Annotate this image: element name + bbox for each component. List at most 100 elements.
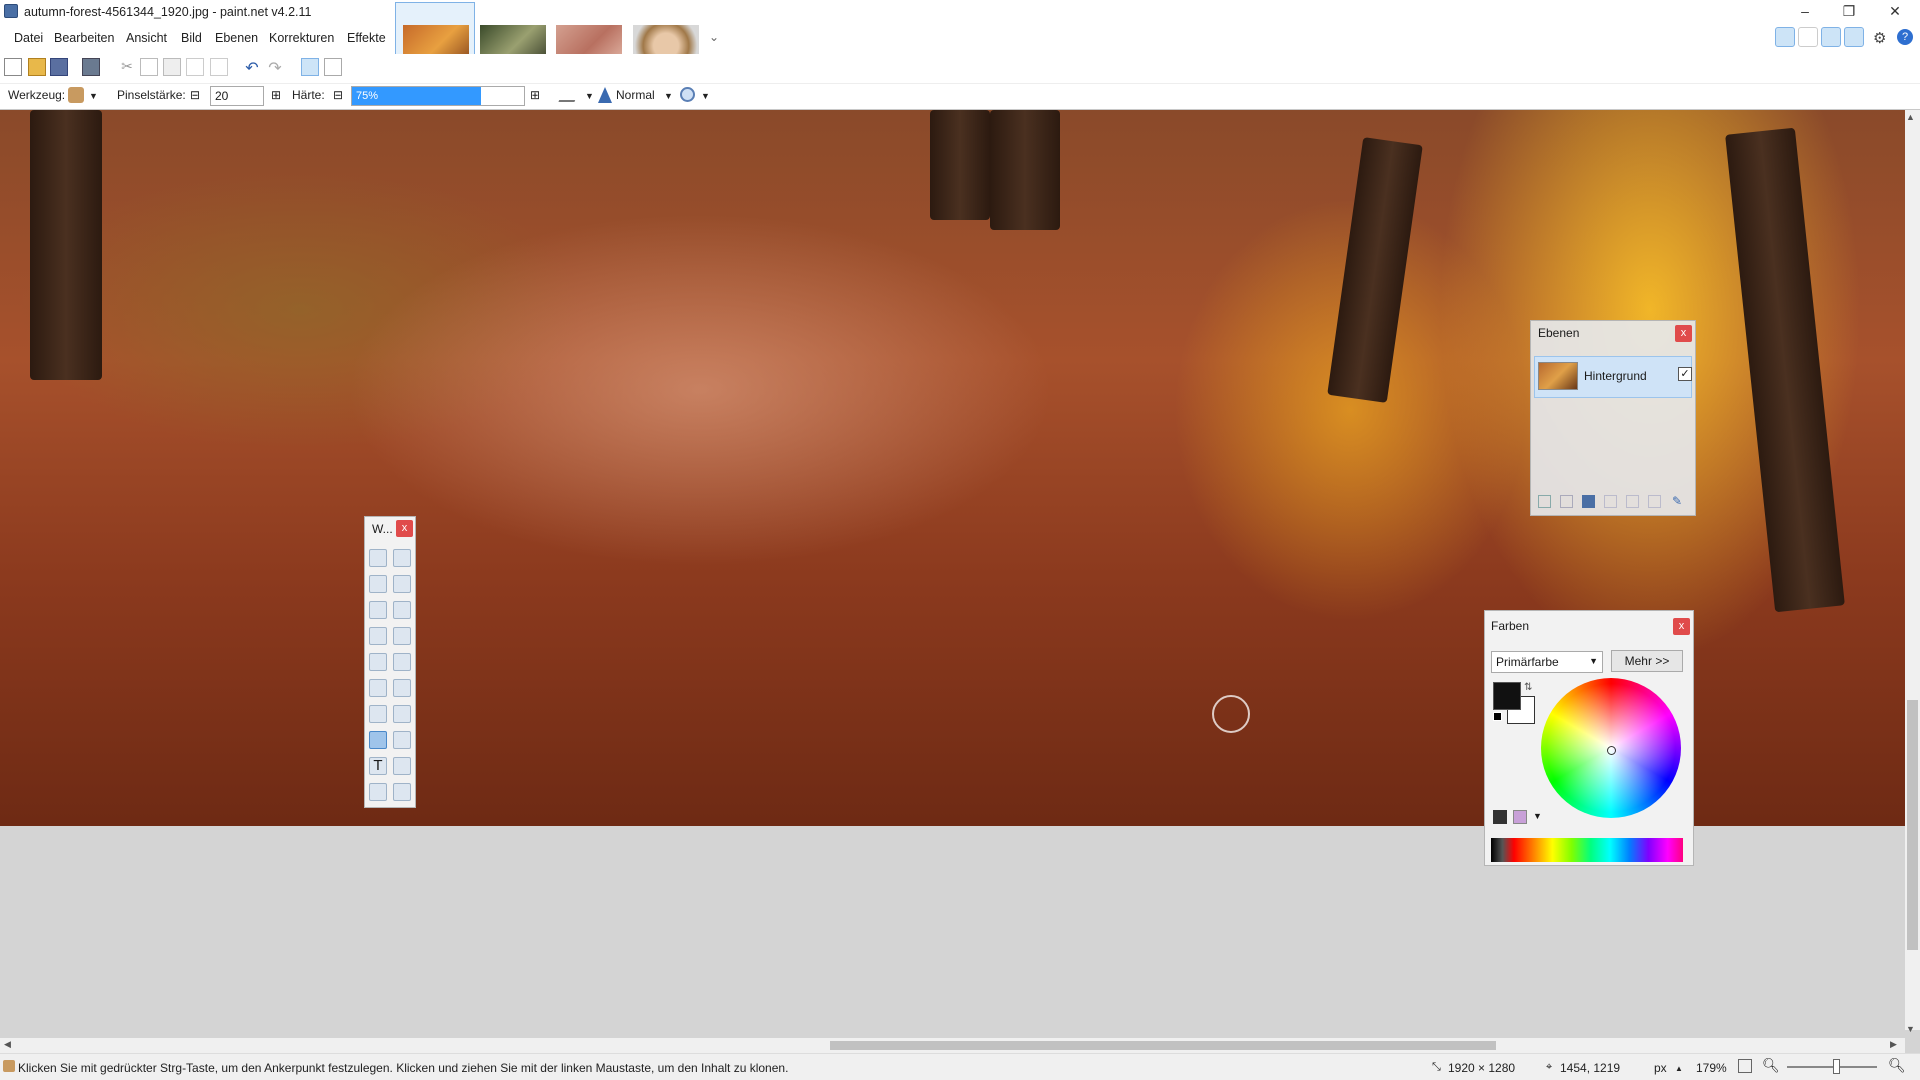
merge-layer-icon[interactable] bbox=[1604, 495, 1617, 508]
save-icon[interactable] bbox=[50, 58, 68, 76]
rulers-toggle-icon[interactable] bbox=[324, 58, 342, 76]
copy-icon[interactable] bbox=[140, 58, 158, 76]
tools-window-close-button[interactable]: x bbox=[396, 520, 413, 537]
new-file-icon[interactable] bbox=[4, 58, 22, 76]
zoom-in-icon[interactable]: 🔍︎ bbox=[1888, 1057, 1906, 1074]
lasso-select-tool-icon[interactable] bbox=[369, 575, 387, 593]
crop-icon[interactable] bbox=[186, 58, 204, 76]
scroll-right-icon[interactable]: ▶ bbox=[1890, 1039, 1897, 1050]
menu-ebenen[interactable]: Ebenen bbox=[215, 31, 258, 45]
redo-icon[interactable]: ↷ bbox=[266, 58, 284, 77]
paint-bucket-tool-icon[interactable] bbox=[369, 653, 387, 671]
zoom-slider-track[interactable] bbox=[1787, 1066, 1877, 1068]
scroll-down-icon[interactable]: ▼ bbox=[1906, 1024, 1915, 1034]
hardness-increase-button[interactable]: ⊞ bbox=[530, 88, 540, 102]
settings-gear-icon[interactable]: ⚙ bbox=[1873, 29, 1886, 47]
tools-toggle-icon[interactable] bbox=[1775, 27, 1795, 47]
brush-size-input[interactable]: 20 bbox=[210, 86, 264, 106]
swap-colors-icon[interactable]: ⇅ bbox=[1524, 682, 1532, 693]
close-button[interactable]: ✕ bbox=[1872, 0, 1918, 24]
tools-window-title: W... bbox=[372, 522, 393, 536]
cut-icon[interactable]: ✂ bbox=[118, 58, 136, 76]
deselect-icon[interactable] bbox=[210, 58, 228, 76]
ellipse-select-tool-icon[interactable] bbox=[369, 601, 387, 619]
line-curve-tool-icon[interactable] bbox=[393, 757, 411, 775]
palette-options-icon[interactable] bbox=[1513, 810, 1527, 824]
eraser-tool-icon[interactable] bbox=[393, 679, 411, 697]
scroll-left-icon[interactable]: ◀ bbox=[4, 1039, 11, 1050]
tool-dropdown-icon[interactable]: ▼ bbox=[89, 91, 98, 101]
reset-colors-icon[interactable] bbox=[1493, 712, 1502, 721]
gradient-tool-icon[interactable] bbox=[393, 653, 411, 671]
horizontal-scroll-thumb[interactable] bbox=[830, 1041, 1496, 1050]
brush-size-decrease-button[interactable]: ⊟ bbox=[190, 88, 200, 102]
zoom-slider-thumb[interactable] bbox=[1833, 1059, 1840, 1074]
more-button[interactable]: Mehr >> bbox=[1611, 650, 1683, 672]
restore-button[interactable]: ❐ bbox=[1826, 0, 1872, 24]
sampling-dropdown-icon[interactable]: ▼ bbox=[701, 91, 710, 101]
menu-bearbeiten[interactable]: Bearbeiten bbox=[54, 31, 114, 45]
hardness-slider[interactable]: 75% bbox=[351, 86, 525, 106]
layers-toggle-icon[interactable] bbox=[1821, 27, 1841, 47]
delete-layer-icon[interactable] bbox=[1560, 495, 1573, 508]
palette-menu-icon[interactable] bbox=[1493, 810, 1507, 824]
grid-toggle-icon[interactable] bbox=[301, 58, 319, 76]
shape-type-icon[interactable] bbox=[393, 783, 411, 801]
layers-window-close-button[interactable]: x bbox=[1675, 325, 1692, 342]
layer-visibility-checkbox[interactable]: ✓ bbox=[1678, 367, 1692, 381]
pencil-tool-icon[interactable] bbox=[369, 705, 387, 723]
zoom-tool-icon[interactable] bbox=[393, 601, 411, 619]
menu-korrekturen[interactable]: Korrekturen bbox=[269, 31, 334, 45]
zoom-to-window-icon[interactable] bbox=[1738, 1059, 1752, 1073]
move-layer-down-icon[interactable] bbox=[1648, 495, 1661, 508]
zoom-out-icon[interactable]: 🔍︎ bbox=[1762, 1057, 1780, 1074]
clone-stamp-tool-icon[interactable] bbox=[68, 87, 84, 103]
color-picker-tool-icon[interactable] bbox=[393, 705, 411, 723]
open-file-icon[interactable] bbox=[28, 58, 46, 76]
sampling-icon[interactable] bbox=[680, 87, 695, 102]
print-icon[interactable] bbox=[82, 58, 100, 76]
clone-stamp-tool-icon[interactable] bbox=[369, 731, 387, 749]
add-layer-icon[interactable] bbox=[1538, 495, 1551, 508]
shapes-tool-icon[interactable] bbox=[369, 783, 387, 801]
color-palette[interactable] bbox=[1491, 838, 1683, 862]
palette-dropdown-icon[interactable]: ▼ bbox=[1533, 811, 1542, 821]
blend-mode-dropdown-icon[interactable]: ▼ bbox=[664, 91, 673, 101]
units-dropdown-icon[interactable]: ▲ bbox=[1675, 1064, 1683, 1073]
colors-toggle-icon[interactable] bbox=[1844, 27, 1864, 47]
history-toggle-icon[interactable] bbox=[1798, 27, 1818, 47]
move-layer-up-icon[interactable] bbox=[1626, 495, 1639, 508]
tool-label: Werkzeug: bbox=[8, 88, 66, 102]
move-selected-tool-icon[interactable] bbox=[393, 549, 411, 567]
text-tool-icon[interactable]: T bbox=[369, 757, 387, 775]
colors-window-close-button[interactable]: x bbox=[1673, 618, 1690, 635]
rectangle-select-tool-icon[interactable] bbox=[369, 549, 387, 567]
recolor-tool-icon[interactable] bbox=[393, 731, 411, 749]
menu-ansicht[interactable]: Ansicht bbox=[126, 31, 167, 45]
menu-datei[interactable]: Datei bbox=[14, 31, 43, 45]
move-selection-tool-icon[interactable] bbox=[393, 575, 411, 593]
undo-icon[interactable]: ↶ bbox=[243, 58, 261, 77]
blend-mode-value[interactable]: Normal bbox=[616, 88, 655, 102]
paintbrush-tool-icon[interactable] bbox=[369, 679, 387, 697]
hardness-label: Härte: bbox=[292, 88, 325, 102]
magic-wand-tool-icon[interactable] bbox=[369, 627, 387, 645]
vertical-scroll-thumb[interactable] bbox=[1907, 700, 1918, 950]
paste-icon[interactable] bbox=[163, 58, 181, 76]
primary-color-swatch[interactable] bbox=[1493, 682, 1521, 710]
primary-secondary-select[interactable]: Primärfarbe ▼ bbox=[1491, 651, 1603, 673]
menu-bild[interactable]: Bild bbox=[181, 31, 202, 45]
pan-tool-icon[interactable] bbox=[393, 627, 411, 645]
units-select[interactable]: px bbox=[1654, 1061, 1667, 1075]
layer-properties-icon[interactable]: ✎ bbox=[1672, 495, 1685, 508]
brush-size-increase-button[interactable]: ⊞ bbox=[271, 88, 281, 102]
help-icon[interactable]: ? bbox=[1897, 29, 1913, 45]
hardness-decrease-button[interactable]: ⊟ bbox=[333, 88, 343, 102]
scroll-up-icon[interactable]: ▲ bbox=[1906, 112, 1915, 122]
duplicate-layer-icon[interactable] bbox=[1582, 495, 1595, 508]
minimize-button[interactable]: – bbox=[1782, 0, 1828, 24]
menu-effekte[interactable]: Effekte bbox=[347, 31, 386, 45]
thumbnails-dropdown-icon[interactable]: ⌄ bbox=[709, 30, 719, 44]
antialiasing-dropdown-icon[interactable]: ▼ bbox=[585, 91, 594, 101]
zoom-level[interactable]: 179% bbox=[1696, 1061, 1727, 1075]
